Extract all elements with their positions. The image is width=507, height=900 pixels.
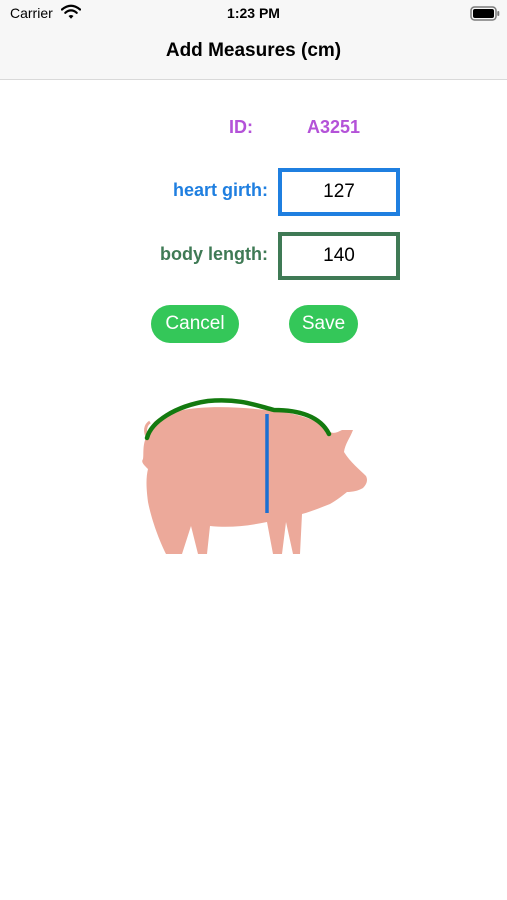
status-time: 1:23 PM [227,5,280,21]
save-button[interactable]: Save [289,305,358,343]
body-length-input[interactable] [278,232,400,280]
heart-girth-label: heart girth: [172,180,268,200]
navigation-bar: Add Measures (cm) [0,28,507,80]
id-label: ID: [229,117,253,137]
body-length-label: body length: [160,244,268,264]
heart-girth-input[interactable] [278,168,400,216]
pig-body [142,407,367,554]
page-title: Add Measures (cm) [165,40,342,61]
pig-silhouette-icon [142,407,367,554]
battery-icon [470,6,500,21]
pig-diagram [142,398,367,554]
cancel-button[interactable]: Cancel [151,305,239,343]
id-value: A3251 [307,117,361,137]
status-bar: Carrier 1:23 PM [0,0,507,28]
